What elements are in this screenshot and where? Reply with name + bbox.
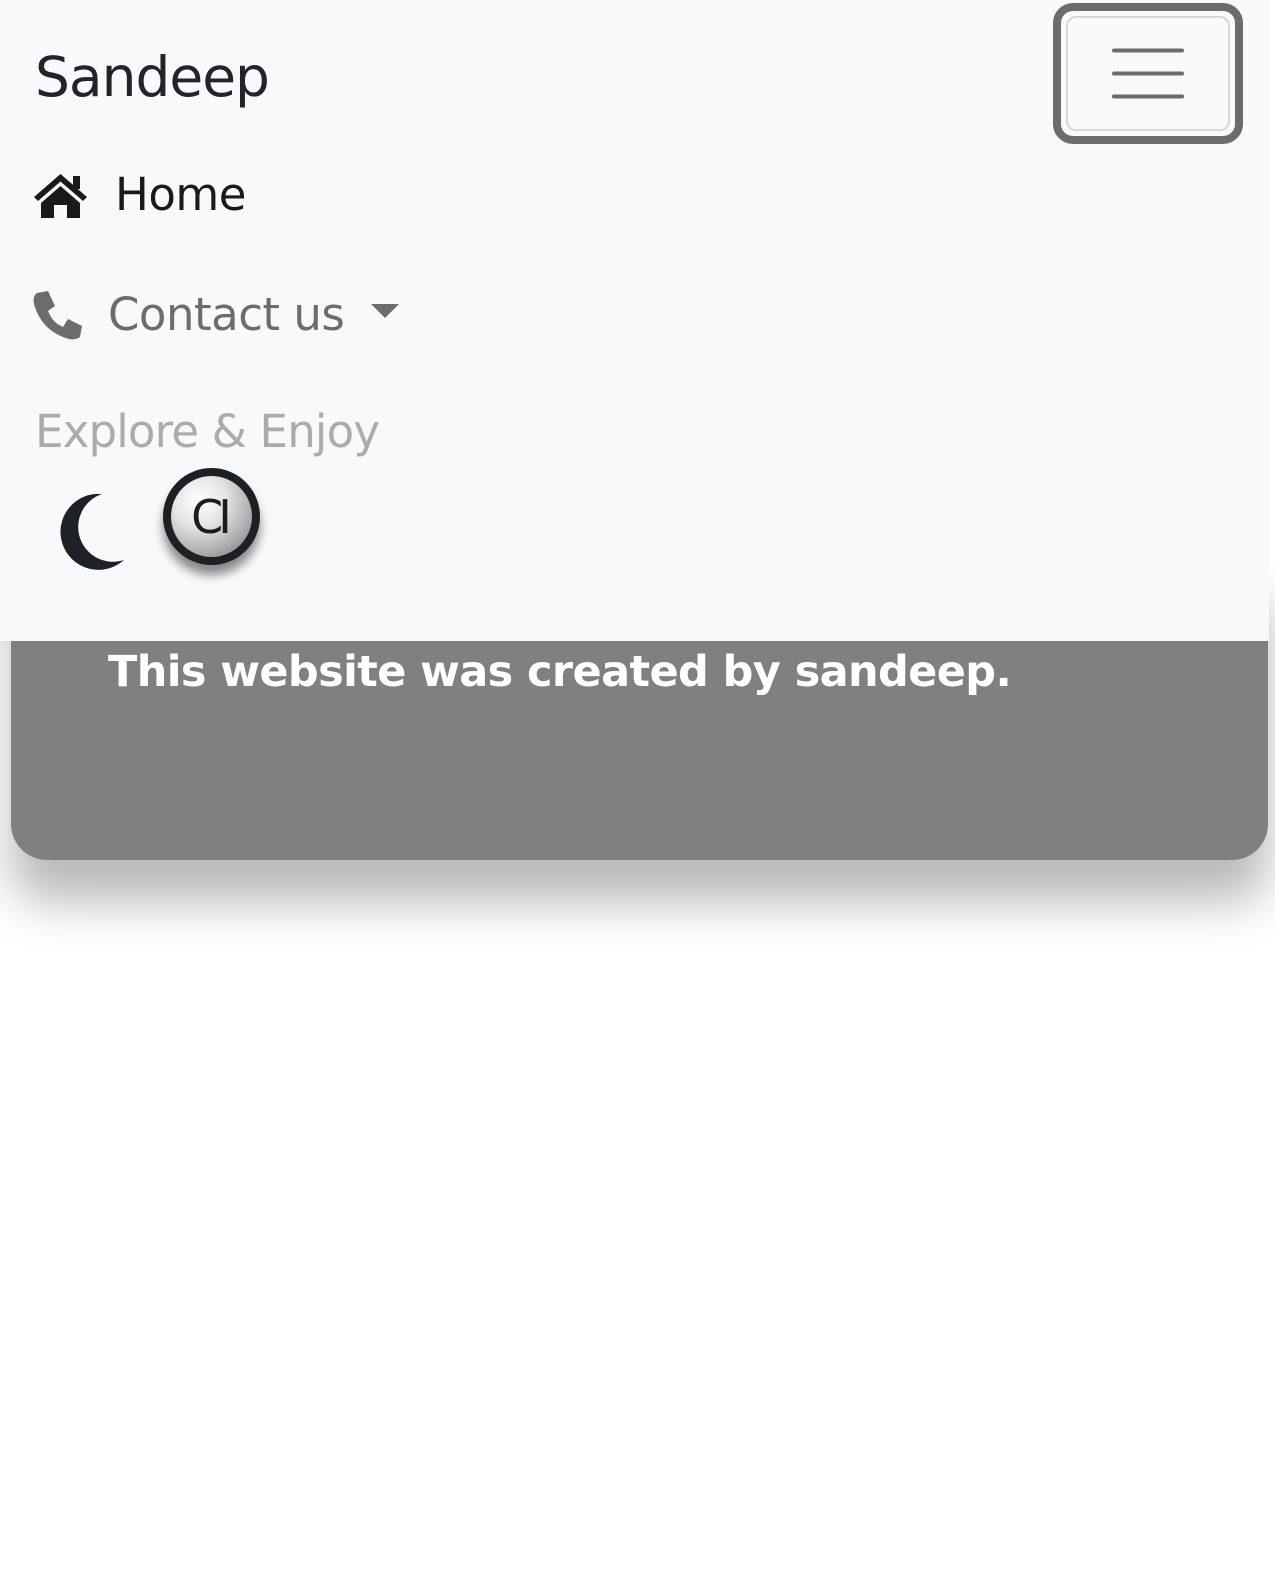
ci-badge-face: CI (171, 476, 252, 557)
navbar-toggler-button[interactable] (1053, 3, 1243, 144)
nav-link-home[interactable]: Home (33, 168, 246, 221)
home-icon (33, 172, 88, 218)
navbar: Sandeep Home Contact us Explore & Enjoy (0, 0, 1269, 641)
navbar-brand[interactable]: Sandeep (35, 44, 270, 110)
hamburger-menu-icon (1112, 48, 1184, 98)
navbar-tagline: Explore & Enjoy (35, 405, 380, 458)
nav-label-contact-us: Contact us (108, 288, 345, 341)
ci-badge-icon[interactable]: CI (163, 468, 260, 565)
chevron-down-icon (371, 303, 400, 318)
ci-badge-label: CI (191, 489, 232, 544)
nav-dropdown-contact-us[interactable]: Contact us (33, 288, 400, 341)
phone-icon (33, 290, 83, 340)
nav-label-home: Home (115, 168, 246, 221)
footer-credit-text: This website was created by sandeep. (108, 647, 1012, 697)
moon-icon[interactable] (48, 488, 132, 572)
